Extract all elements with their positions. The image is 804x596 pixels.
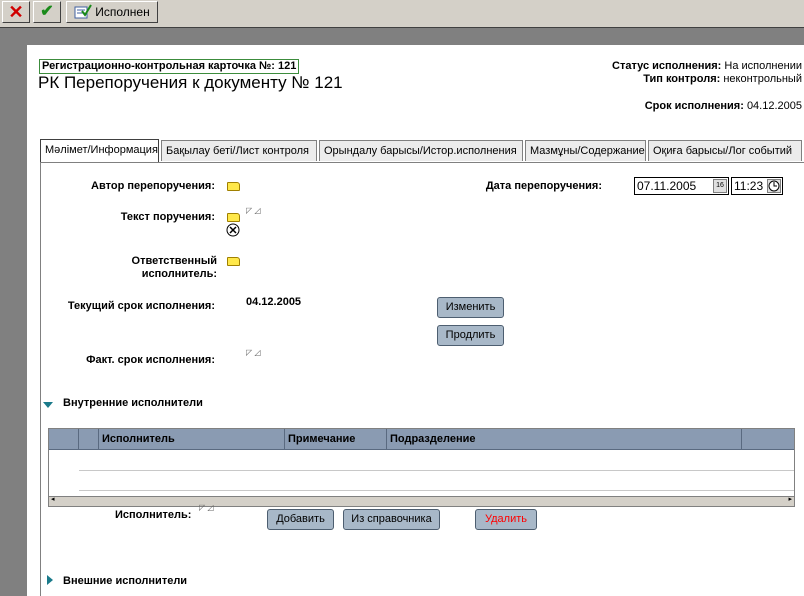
tab-log[interactable]: Оқиға барысы/Лог событий (648, 140, 802, 161)
document-area: Регистрационно-контрольная карточка №: 1… (27, 45, 804, 596)
add-button[interactable]: Добавить (267, 509, 334, 530)
fact-deadline-label: Факт. срок исполнения: (86, 354, 215, 366)
fact-deadline-expand-icon[interactable]: ◸ ◿ (246, 348, 261, 357)
calendar-icon[interactable]: 16 (713, 179, 727, 193)
text-expand-icon[interactable]: ◸ ◿ (246, 206, 261, 215)
delete-button[interactable]: Удалить (475, 509, 537, 530)
time-field[interactable]: 11:23 (731, 177, 783, 195)
time-value: 11:23 (734, 179, 764, 193)
info-panel (40, 162, 804, 596)
control-row: Тип контроля: неконтрольный (643, 73, 802, 85)
tab-info[interactable]: Мәлімет/Информация (40, 139, 159, 162)
execute-icon (74, 4, 93, 19)
change-button[interactable]: Изменить (437, 297, 504, 318)
date-label: Дата перепоручения: (485, 180, 602, 192)
extend-button[interactable]: Продлить (437, 325, 504, 346)
close-button[interactable]: ✕ (2, 1, 30, 23)
date-field[interactable]: 07.11.2005 16 (634, 177, 729, 195)
text-clear-icon[interactable] (226, 223, 240, 237)
checkmark-icon: ✔ (40, 3, 54, 20)
control-label: Тип контроля: (643, 73, 721, 85)
reg-card-title: Регистрационно-контрольная карточка №: 1… (39, 59, 300, 74)
text-label: Текст поручения: (120, 211, 215, 223)
tab-history[interactable]: Орындалу барысы/Истор.исполнения (319, 140, 523, 161)
current-deadline-value: 04.12.2005 (246, 296, 302, 308)
tab-content[interactable]: Мазмұны/Содержание (525, 140, 646, 161)
column-executor[interactable]: Исполнитель (99, 429, 285, 449)
status-value: На исполнении (724, 60, 802, 72)
deadline-value: 04.12.2005 (746, 100, 802, 112)
status-label: Статус исполнения: (612, 60, 722, 72)
internal-section-label[interactable]: Внутренние исполнители (63, 397, 203, 409)
table-header: Исполнитель Примечание Подразделение (49, 429, 794, 450)
ok-button[interactable]: ✔ (33, 1, 61, 23)
date-value: 07.11.2005 (637, 179, 697, 193)
deadline-row: Срок исполнения: 04.12.2005 (645, 100, 802, 112)
status-row: Статус исполнения: На исполнении (612, 60, 802, 72)
current-deadline-label: Текущий срок исполнения: (67, 300, 215, 312)
deadline-label: Срок исполнения: (644, 100, 744, 112)
author-folder-icon[interactable] (227, 182, 240, 191)
author-label: Автор перепоручения: (91, 180, 215, 192)
toolbar: ✕ ✔ Исполнен (0, 0, 804, 28)
external-expand-icon[interactable] (47, 575, 53, 585)
internal-expand-icon[interactable] (43, 402, 53, 408)
tab-control[interactable]: Бақылау беті/Лист контроля (161, 140, 317, 161)
responsible-label: Ответственный исполнитель: (131, 255, 217, 280)
responsible-folder-icon[interactable] (227, 257, 240, 266)
executed-label: Исполнен (95, 5, 150, 19)
column-department[interactable]: Подразделение (387, 429, 742, 449)
executor-expand-icon[interactable]: ◸ ◿ (199, 503, 214, 512)
external-section-label[interactable]: Внешние исполнители (63, 575, 187, 587)
close-icon: ✕ (8, 2, 24, 22)
page-title: РК Перепоручения к документу № 121 (38, 73, 343, 92)
from-directory-button[interactable]: Из справочника (343, 509, 440, 530)
executed-button[interactable]: Исполнен (66, 1, 158, 23)
control-value: неконтрольный (723, 73, 802, 85)
horizontal-scrollbar[interactable]: ◂ ▸ (49, 496, 794, 506)
internal-executors-table: Исполнитель Примечание Подразделение ◂ ▸ (48, 428, 795, 507)
text-folder-icon[interactable] (227, 213, 240, 222)
executor-label: Исполнитель: (115, 509, 192, 521)
column-note[interactable]: Примечание (285, 429, 387, 449)
clock-icon[interactable] (767, 179, 781, 193)
